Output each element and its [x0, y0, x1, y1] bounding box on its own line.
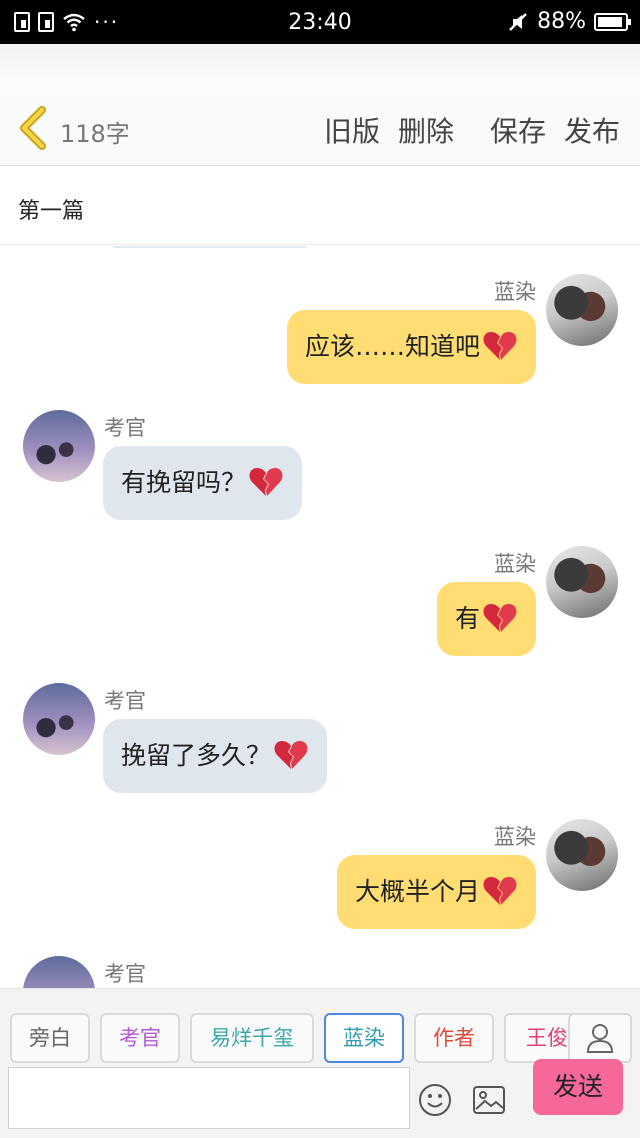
sender-name: 考官 [104, 962, 146, 986]
chapter-title: 第一篇 [18, 199, 85, 224]
mute-icon [509, 12, 527, 31]
message-input[interactable] [8, 1067, 410, 1129]
message-text: 应该……知道吧 [304, 332, 480, 361]
word-count: 118字 [60, 120, 130, 148]
role-label: 王俊 [526, 1026, 568, 1050]
role-label: 旁白 [29, 1026, 71, 1050]
message-text: 有挽留吗？ [121, 468, 247, 497]
sender-name: 考官 [104, 416, 146, 440]
message-bubble[interactable]: 挽留了多久？ [103, 719, 328, 793]
role-chip-yiyangqianxi[interactable]: 易烊千玺 [190, 1013, 314, 1063]
message-text: 有 [454, 604, 480, 633]
battery-percent: 88% [537, 9, 586, 34]
role-label: 作者 [433, 1026, 475, 1050]
avatar-lanran[interactable] [546, 546, 618, 618]
avatar-kaoguan[interactable] [23, 683, 95, 755]
sender-name: 蓝染 [494, 280, 536, 304]
avatar-kaoguan[interactable] [23, 410, 95, 482]
message-bubble[interactable]: 大概半个月 [336, 855, 536, 929]
broken-heart-icon [249, 468, 283, 496]
battery-icon [594, 12, 631, 31]
sender-name: 考官 [104, 689, 146, 713]
chapter-title-bar[interactable]: 第一篇 [0, 167, 640, 245]
image-icon[interactable] [472, 1085, 506, 1115]
publish-button[interactable]: 发布 [564, 110, 620, 150]
broken-heart-icon [483, 877, 517, 905]
previous-bubble-edge [108, 246, 312, 248]
person-icon [586, 1024, 614, 1053]
role-label: 易烊千玺 [210, 1026, 294, 1050]
role-chip-kaoguan[interactable]: 考官 [100, 1013, 180, 1063]
message-bubble[interactable]: 有 [436, 582, 536, 656]
status-bar: ··· 23:40 88% [0, 0, 640, 44]
emoji-icon[interactable] [418, 1083, 452, 1117]
chat-area[interactable]: 蓝染 应该……知道吧 考官 有挽留吗？ 蓝染 有 考官 挽留了多久？ 蓝染 大概… [0, 246, 640, 988]
save-button[interactable]: 保存 [490, 110, 546, 150]
editor-toolbar: 118字 旧版 删除 保存 发布 [0, 44, 640, 166]
role-label: 考官 [119, 1026, 161, 1050]
sender-name: 蓝染 [494, 825, 536, 849]
message-bubble[interactable]: 应该……知道吧 [286, 310, 536, 384]
broken-heart-icon [483, 604, 517, 632]
avatar-lanran[interactable] [546, 274, 618, 346]
status-right: 88% [507, 9, 631, 34]
broken-heart-icon [483, 332, 517, 360]
message-text: 挽留了多久？ [121, 741, 272, 770]
role-label: 蓝染 [343, 1026, 385, 1050]
role-chip-narration[interactable]: 旁白 [10, 1013, 90, 1063]
avatar-kaoguan[interactable] [23, 956, 95, 988]
broken-heart-icon [274, 741, 308, 769]
old-version-button[interactable]: 旧版 [324, 110, 380, 150]
message-text: 大概半个月 [354, 877, 480, 906]
delete-button[interactable]: 删除 [398, 110, 454, 150]
role-chip-author[interactable]: 作者 [414, 1013, 494, 1063]
message-bubble[interactable]: 有挽留吗？ [103, 446, 303, 520]
toolbar-actions: 旧版 删除 保存 发布 [306, 110, 620, 150]
sender-name: 蓝染 [494, 552, 536, 576]
send-button[interactable]: 发送 [533, 1059, 623, 1115]
role-chip-lanran[interactable]: 蓝染 [324, 1013, 404, 1063]
add-role-button[interactable] [568, 1013, 632, 1063]
composer-panel: 旁白 考官 易烊千玺 蓝染 作者 王俊 发送 [0, 988, 640, 1138]
avatar-lanran[interactable] [546, 819, 618, 891]
back-arrow-icon[interactable] [16, 106, 48, 150]
